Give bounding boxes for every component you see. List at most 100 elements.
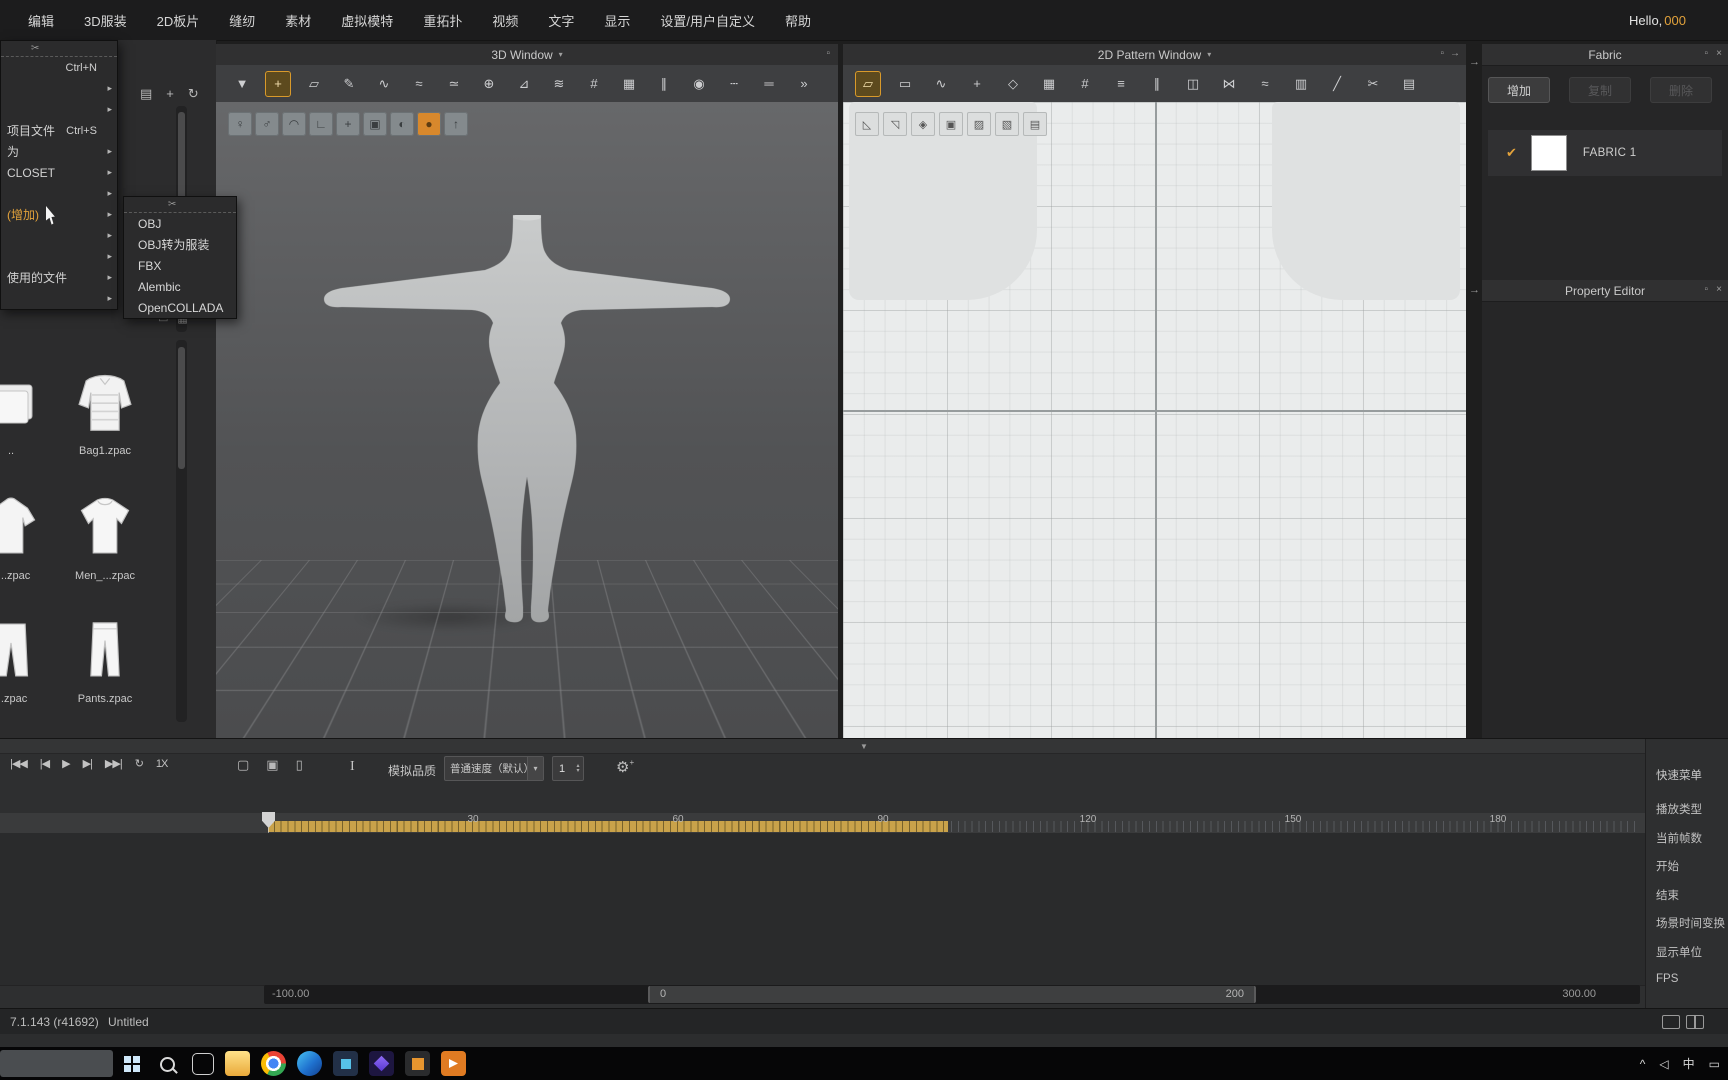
import-submenu-item[interactable]: OpenCOLLADA — [124, 297, 236, 318]
rectangle-tool-icon[interactable]: ▦ — [1037, 72, 1061, 96]
avatar-shoes-icon[interactable]: ∟ — [309, 112, 333, 136]
3d-viewport[interactable]: ♀♂◠∟+▣◐●↑ — [216, 102, 838, 738]
avatar-motion-icon[interactable]: ◐ — [390, 112, 414, 136]
paste-keyframe-icon[interactable]: ▣ — [266, 757, 278, 773]
topstitch-icon[interactable]: ┄ — [722, 72, 746, 96]
edit-pattern-icon[interactable]: ▭ — [893, 72, 917, 96]
list-view-icon[interactable]: ▤ — [140, 86, 152, 102]
delete-keyframe-icon[interactable]: ▯ — [296, 757, 303, 773]
next-frame-button[interactable]: ▶| — [83, 757, 92, 770]
import-submenu-item[interactable]: FBX — [124, 255, 236, 276]
pattern-piece-shape[interactable] — [1272, 102, 1460, 300]
collapse-caret-icon[interactable]: ▼ — [860, 742, 868, 751]
avatar-size-icon[interactable]: ▣ — [363, 112, 387, 136]
check-icon[interactable]: ✔ — [1506, 145, 1517, 161]
loop-button[interactable]: ↻ — [135, 757, 143, 770]
spin-down-icon[interactable]: ▾ — [576, 769, 579, 774]
tray-chevron-icon[interactable]: ^ — [1640, 1057, 1646, 1071]
file-menu-item[interactable]: 为 ▸ — [1, 141, 117, 162]
timeline-scrollbar[interactable]: -100.00 0 200 300.00 — [264, 985, 1640, 1004]
speed-1x-button[interactable]: 1X — [156, 758, 167, 770]
menu-tearoff[interactable]: ✂ — [124, 197, 236, 213]
fabric-swatch[interactable] — [1531, 135, 1567, 171]
taskbar-widget[interactable] — [0, 1050, 113, 1077]
property-editor-header[interactable]: Property Editor ▫ × — [1482, 280, 1728, 302]
menubar-item[interactable]: 显示 — [604, 11, 630, 30]
pattern-grid-icon[interactable]: ▤ — [1397, 72, 1421, 96]
show-sewing-icon[interactable]: ◺ — [855, 112, 879, 136]
slash-spread-icon[interactable]: ╱ — [1325, 72, 1349, 96]
import-submenu-item[interactable]: OBJ — [124, 213, 236, 234]
search-icon[interactable] — [160, 1057, 175, 1072]
grading-icon[interactable]: # — [1073, 72, 1097, 96]
quick-menu-label[interactable]: 显示单位 — [1656, 944, 1725, 973]
2d-pattern-area[interactable]: ◺◹◈▣▨▧▤ — [843, 102, 1466, 738]
measure-tape-icon[interactable]: # — [582, 72, 606, 96]
tray-speaker-icon[interactable]: ◁ — [1659, 1057, 1668, 1071]
edit-sewing-icon[interactable]: ∿ — [372, 72, 396, 96]
fabric-copy-button[interactable]: 复制 — [1569, 77, 1631, 103]
show-baseline-icon[interactable]: ▣ — [939, 112, 963, 136]
more-tools-icon[interactable]: » — [792, 72, 816, 96]
app-icon-dark[interactable] — [333, 1051, 358, 1076]
menubar-item[interactable]: 编辑 — [28, 11, 54, 30]
avatar-female-icon[interactable]: ♀ — [228, 112, 252, 136]
menu-item-closet[interactable]: CLOSET ▸ — [1, 162, 117, 183]
avatar-male-icon[interactable]: ♂ — [255, 112, 279, 136]
play-button[interactable]: ▶ — [62, 757, 69, 770]
menubar-item[interactable]: 素材 — [285, 11, 311, 30]
transform-pattern-icon[interactable]: ▱ — [855, 71, 881, 97]
menubar-item[interactable]: 设置/用户自定义 — [660, 11, 755, 30]
chevron-down-icon[interactable]: ▾ — [559, 50, 563, 59]
free-sewing-2d-icon[interactable]: ≈ — [1253, 72, 1277, 96]
segment-sewing-icon[interactable]: ≈ — [407, 72, 431, 96]
show-points-icon[interactable]: ◈ — [911, 112, 935, 136]
menubar-item[interactable]: 3D服装 — [84, 11, 127, 30]
quick-menu-label[interactable]: FPS — [1656, 973, 1725, 1002]
2d-window-header[interactable]: 2D Pattern Window ▾ ▫ → — [843, 44, 1466, 66]
app-icon-orange[interactable] — [441, 1051, 466, 1076]
user-greeting[interactable]: Hello, 000 — [1629, 0, 1686, 40]
menubar-item[interactable]: 缝纫 — [229, 11, 255, 30]
collapse-panel-icon[interactable]: → — [1450, 48, 1460, 60]
copy-keyframe-icon[interactable]: ▢ — [237, 757, 249, 773]
avatar-model[interactable] — [320, 215, 734, 625]
select-move-icon[interactable]: + — [265, 71, 291, 97]
timeline-ruler[interactable]: 306090120150180 — [0, 813, 1645, 834]
float-panel-icon[interactable]: ▫ — [1440, 48, 1444, 60]
fabric-delete-button[interactable]: 删除 — [1650, 77, 1712, 103]
clo-app-icon[interactable] — [405, 1051, 430, 1076]
expand-panel-arrow-icon[interactable]: → — [1469, 284, 1480, 296]
seam-allowance-icon[interactable]: ≡ — [1109, 72, 1133, 96]
texture-editor-icon[interactable]: ▥ — [1289, 72, 1313, 96]
text-cursor-icon[interactable]: I — [350, 759, 355, 775]
sewing-2d-icon[interactable]: ⋈ — [1217, 72, 1241, 96]
binding-icon[interactable]: ═ — [757, 72, 781, 96]
file-menu-item[interactable]: ▸ — [1, 246, 117, 267]
edit-curve-icon[interactable]: ∿ — [929, 72, 953, 96]
menubar-item[interactable]: 帮助 — [785, 11, 811, 30]
file-menu-item[interactable]: ▸ — [1, 99, 117, 120]
fabric-list-item[interactable]: ✔ FABRIC 1 — [1488, 130, 1722, 176]
menu-item-recent-files[interactable]: 使用的文件 ▸ — [1, 267, 117, 288]
library-item-folder-up[interactable] — [0, 369, 44, 435]
simulate-icon[interactable]: ▼ — [230, 72, 254, 96]
expand-panel-arrow-icon[interactable]: → — [1469, 56, 1480, 68]
menu-item-save-project[interactable]: 项目文件 Ctrl+S — [1, 120, 117, 141]
import-submenu-item[interactable]: Alembic — [124, 276, 236, 297]
menu-tearoff[interactable]: ✂ — [1, 41, 117, 57]
simulation-speed-select[interactable]: 普通速度（默认） ▾ — [444, 756, 544, 781]
timeline-track-area[interactable] — [0, 833, 1645, 986]
layout-single-icon[interactable] — [1662, 1015, 1680, 1029]
tray-notification-icon[interactable]: ▭ — [1709, 1057, 1720, 1071]
avatar-texture-icon[interactable]: ● — [417, 112, 441, 136]
add-point-icon[interactable]: + — [965, 72, 989, 96]
quick-menu-label[interactable]: 播放类型 — [1656, 801, 1725, 830]
quick-menu-label[interactable]: 场景时间变换 — [1656, 915, 1725, 944]
library-item-pants[interactable] — [72, 617, 138, 683]
file-menu-item[interactable]: ▸ — [1, 78, 117, 99]
timeline-collapse-handle[interactable]: ▼ — [0, 739, 1728, 754]
select-box-icon[interactable]: ▱ — [302, 72, 326, 96]
show-annotation-icon[interactable]: ▤ — [1023, 112, 1047, 136]
edge-icon[interactable] — [297, 1051, 322, 1076]
